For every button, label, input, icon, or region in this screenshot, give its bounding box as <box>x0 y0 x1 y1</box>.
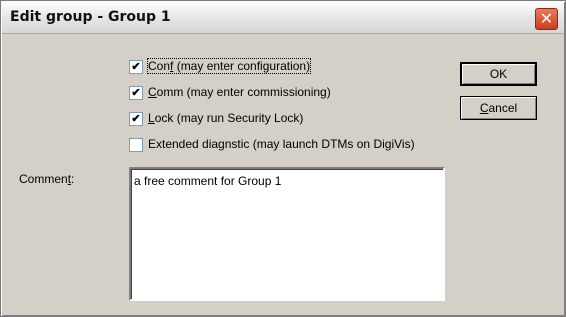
checkbox-comm-box[interactable]: ✔ <box>129 86 143 100</box>
checkbox-comm-label[interactable]: Comm (may enter commissioning) <box>148 85 331 99</box>
cancel-button[interactable]: Cancel <box>460 96 537 120</box>
check-icon: ✔ <box>131 113 141 125</box>
comment-text[interactable]: a free comment for Group 1 <box>134 174 281 188</box>
checkbox-lock-box[interactable]: ✔ <box>129 112 143 126</box>
close-icon: ✕ <box>539 9 554 28</box>
close-button[interactable]: ✕ <box>535 8 558 30</box>
window-title: Edit group - Group 1 <box>10 9 171 25</box>
ok-button[interactable]: OK <box>460 62 537 86</box>
comment-label: Comment: <box>19 172 75 186</box>
check-icon: ✔ <box>131 87 141 99</box>
checkbox-lock-label[interactable]: Lock (may run Security Lock) <box>148 111 303 125</box>
checkbox-conf-box[interactable]: ✔ <box>129 60 143 74</box>
comment-textarea[interactable]: a free comment for Group 1 <box>129 167 445 301</box>
title-bar[interactable]: Edit group - Group 1 ✕ <box>2 2 564 34</box>
check-icon: ✔ <box>131 61 141 73</box>
checkbox-extended-diagnostic-label[interactable]: Extended diagnstic (may launch DTMs on D… <box>148 137 415 151</box>
checkbox-extended-diagnostic-box[interactable] <box>129 138 143 152</box>
edit-group-dialog: Edit group - Group 1 ✕ ✔ Conf (may enter… <box>0 0 566 317</box>
checkbox-conf-label[interactable]: Conf (may enter configuration) <box>146 58 312 74</box>
